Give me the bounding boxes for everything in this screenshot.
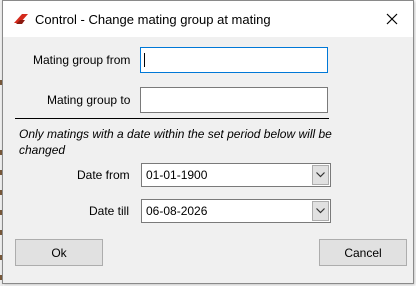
mating-group-from-input[interactable] xyxy=(140,47,328,73)
change-mating-group-dialog: Control - Change mating group at mating … xyxy=(2,0,414,284)
mating-group-to-label: Mating group to xyxy=(47,93,131,107)
title-bar[interactable]: Control - Change mating group at mating xyxy=(3,1,413,37)
date-till-dropdown-button[interactable] xyxy=(312,201,329,221)
date-from-dropdown-button[interactable] xyxy=(312,165,329,185)
ok-button[interactable]: Ok xyxy=(15,239,103,266)
date-from-value: 01-01-1900 xyxy=(146,168,208,182)
chevron-down-icon xyxy=(316,208,325,214)
close-button[interactable] xyxy=(371,3,413,35)
close-icon xyxy=(386,13,398,25)
mating-group-to-input[interactable] xyxy=(140,87,328,113)
text-caret xyxy=(144,53,145,67)
app-logo-icon xyxy=(13,12,29,26)
window-title: Control - Change mating group at mating xyxy=(35,12,271,27)
date-till-picker[interactable]: 06-08-2026 xyxy=(141,199,331,223)
date-till-label: Date till xyxy=(89,204,130,218)
mating-group-from-label: Mating group from xyxy=(33,53,131,67)
date-till-value: 06-08-2026 xyxy=(146,204,208,218)
chevron-down-icon xyxy=(316,172,325,178)
cancel-button[interactable]: Cancel xyxy=(319,239,407,266)
date-from-label: Date from xyxy=(77,168,130,182)
separator xyxy=(15,118,329,119)
date-period-note: Only matings with a date within the set … xyxy=(19,127,332,157)
date-from-picker[interactable]: 01-01-1900 xyxy=(141,163,331,187)
